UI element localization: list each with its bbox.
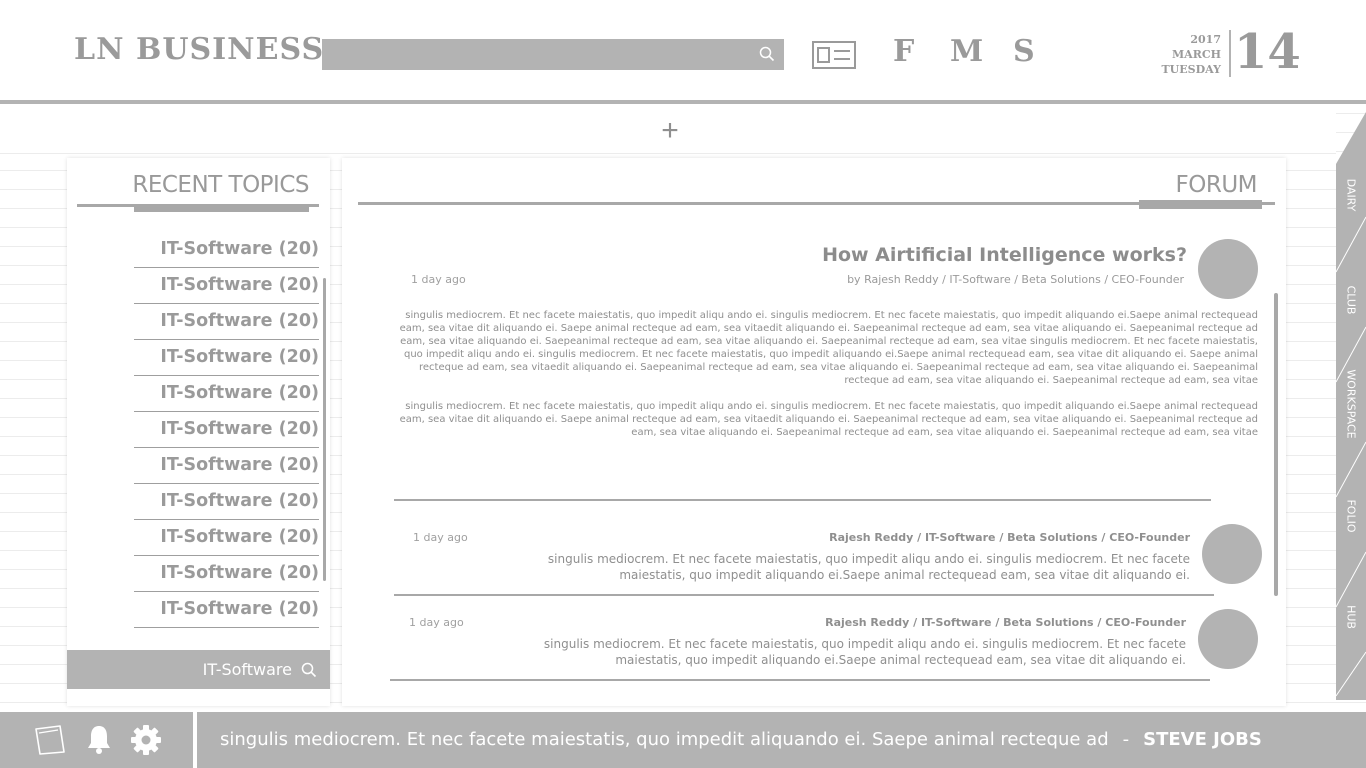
reply-author[interactable]: Rajesh Reddy / IT-Software / Beta Soluti… <box>825 616 1186 629</box>
notes-icon[interactable] <box>34 724 66 756</box>
side-tab-label: FOLIO <box>1344 499 1358 533</box>
search-icon[interactable] <box>759 46 775 62</box>
topic-item[interactable]: IT-Software (20) <box>134 268 319 304</box>
bell-icon[interactable] <box>86 724 112 754</box>
add-bar: + <box>0 110 1336 154</box>
post-time: 1 day ago <box>411 273 466 286</box>
side-tab-hub[interactable]: HUB <box>1336 567 1366 667</box>
nav-link-m[interactable]: M <box>950 34 983 69</box>
topic-item[interactable]: IT-Software (20) <box>134 592 319 628</box>
recent-topics-title: RECENT TOPICS <box>132 172 309 198</box>
topic-item[interactable]: IT-Software (20) <box>134 376 319 412</box>
topic-search-input[interactable] <box>77 650 292 689</box>
news-icon[interactable] <box>812 41 856 69</box>
post-divider <box>394 594 1214 596</box>
post-meta[interactable]: by Rajesh Reddy / IT-Software / Beta Sol… <box>847 273 1184 286</box>
topic-item[interactable]: IT-Software (20) <box>134 232 319 268</box>
footer: singulis mediocrem. Et nec facete maiest… <box>0 712 1366 768</box>
side-tab-label: HUB <box>1344 605 1358 629</box>
reply-author[interactable]: Rajesh Reddy / IT-Software / Beta Soluti… <box>829 531 1190 544</box>
forum-panel: FORUM How Airtificial Intelligence works… <box>342 158 1286 706</box>
post-title[interactable]: How Airtificial Intelligence works? <box>822 244 1187 266</box>
search-bar <box>322 39 784 70</box>
side-tabs: DAIRY CLUB WORKSPACE FOLIO HUB <box>1336 112 1366 700</box>
nav-link-s[interactable]: S <box>1013 34 1035 69</box>
date-month: MARCH <box>1171 48 1221 61</box>
side-tab-club[interactable]: CLUB <box>1336 250 1366 350</box>
forum-accent <box>1139 200 1262 209</box>
topic-item[interactable]: IT-Software (20) <box>134 556 319 592</box>
gear-icon[interactable] <box>130 724 162 756</box>
topic-item[interactable]: IT-Software (20) <box>134 484 319 520</box>
header: LN BUSINESS F M S 2017 MARCH TUESDAY 14 <box>0 0 1366 104</box>
reply-body: singulis mediocrem. Et nec facete maiest… <box>543 637 1186 667</box>
quote-separator: - <box>1122 729 1130 750</box>
side-tab-folio[interactable]: FOLIO <box>1336 466 1366 566</box>
avatar[interactable] <box>1202 524 1262 584</box>
quote: singulis mediocrem. Et nec facete maiest… <box>220 729 1262 750</box>
forum-scrollbar[interactable] <box>1274 293 1278 596</box>
date-weekday: TUESDAY <box>1161 63 1222 76</box>
date-year: 2017 <box>1190 33 1221 46</box>
date-display: 2017 MARCH TUESDAY 14 <box>1160 24 1301 80</box>
avatar[interactable] <box>1198 239 1258 299</box>
topic-list: IT-Software (20) IT-Software (20) IT-Sof… <box>134 232 319 628</box>
recent-topics-accent <box>134 204 309 212</box>
reply-time: 1 day ago <box>409 616 464 629</box>
side-tab-dairy[interactable]: DAIRY <box>1336 145 1366 245</box>
topics-scrollbar[interactable] <box>323 278 326 581</box>
forum-title: FORUM <box>1175 172 1258 198</box>
search-input[interactable] <box>322 39 742 70</box>
topic-item[interactable]: IT-Software (20) <box>134 520 319 556</box>
brand-logo[interactable]: LN BUSINESS <box>74 32 324 67</box>
post-body: singulis mediocrem. Et nec facete maiest… <box>394 309 1258 452</box>
post-divider <box>394 499 1211 501</box>
nav-link-f[interactable]: F <box>893 34 914 69</box>
search-icon[interactable] <box>301 662 317 678</box>
topic-item[interactable]: IT-Software (20) <box>134 340 319 376</box>
side-tab-label: CLUB <box>1344 285 1358 315</box>
footer-divider <box>193 712 197 768</box>
topic-search-bar <box>67 650 330 689</box>
date-divider <box>1229 30 1231 77</box>
side-tab-label: DAIRY <box>1344 178 1358 212</box>
post-paragraph: singulis mediocrem. Et nec facete maiest… <box>399 310 1258 386</box>
add-button[interactable]: + <box>655 111 685 151</box>
side-tab-label: WORKSPACE <box>1344 369 1358 439</box>
avatar[interactable] <box>1198 609 1258 669</box>
topic-item[interactable]: IT-Software (20) <box>134 412 319 448</box>
topic-item[interactable]: IT-Software (20) <box>134 304 319 340</box>
recent-topics-panel: RECENT TOPICS IT-Software (20) IT-Softwa… <box>67 158 330 706</box>
post-divider <box>390 679 1210 681</box>
forum-underline <box>358 202 1275 205</box>
reply-body: singulis mediocrem. Et nec facete maiest… <box>547 552 1190 582</box>
side-tab-workspace[interactable]: WORKSPACE <box>1336 354 1366 454</box>
topic-item[interactable]: IT-Software (20) <box>134 448 319 484</box>
date-day: 14 <box>1234 24 1301 80</box>
post-paragraph: singulis mediocrem. Et nec facete maiest… <box>399 401 1258 438</box>
quote-text: singulis mediocrem. Et nec facete maiest… <box>220 729 1109 750</box>
quote-author: STEVE JOBS <box>1143 729 1262 750</box>
reply-time: 1 day ago <box>413 531 468 544</box>
